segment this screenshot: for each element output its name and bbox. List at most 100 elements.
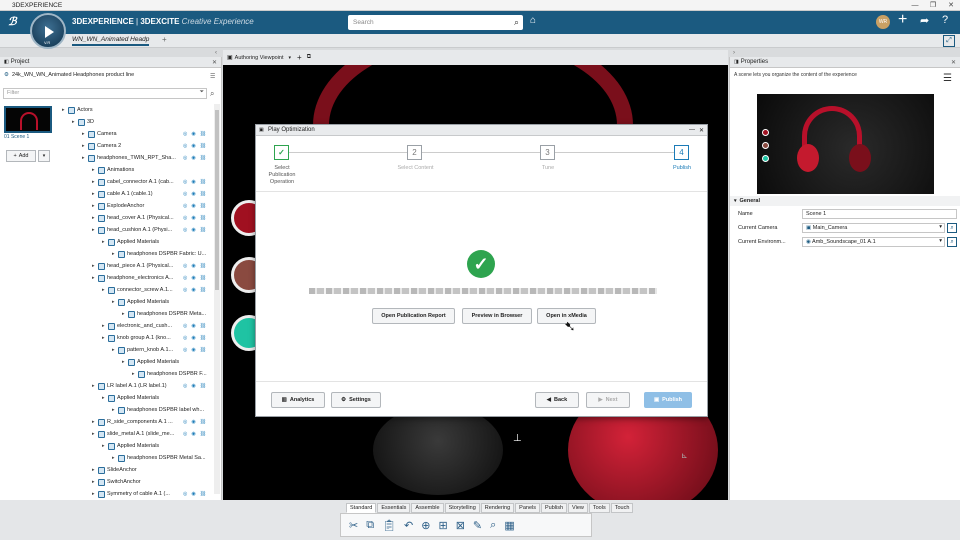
minimize-button[interactable]: — (906, 0, 924, 11)
tree-row[interactable]: ▸ LR label A.1 (LR label.1) (92, 380, 167, 392)
visibility-dot-icon[interactable]: ◎ (183, 419, 187, 425)
visibility-dot-icon[interactable]: ◎ (183, 263, 187, 269)
tree-row[interactable]: ▸ cable A.1 (cable.1) (92, 188, 153, 200)
render-view-icon[interactable]: ▦ (504, 519, 514, 532)
filter-input[interactable]: Filter ⏷ (3, 88, 207, 99)
fullscreen-icon[interactable]: ⤢ (943, 35, 955, 47)
back-button[interactable]: ◀ Back (535, 392, 579, 408)
eye-icon[interactable]: ◉ (191, 287, 195, 293)
prop-camera-field[interactable]: ▣ Main_Camera ▾ (802, 223, 945, 233)
visibility-dot-icon[interactable]: ◎ (183, 227, 187, 233)
visibility-dot-icon[interactable]: ◎ (183, 347, 187, 353)
open-publication-report-button[interactable]: Open Publication Report (372, 308, 455, 324)
plus-icon[interactable]: + (898, 11, 907, 29)
link-icon[interactable]: ⛓ (200, 275, 206, 281)
tree-row[interactable]: ▸ Symmetry of cable A.1 (... (92, 488, 170, 500)
visibility-dot-icon[interactable]: ◎ (183, 275, 187, 281)
paste-icon[interactable]: 📋︎ (382, 519, 396, 532)
visibility-dot-icon[interactable]: ◎ (183, 143, 187, 149)
pick-camera-icon[interactable]: ⌕ (947, 223, 957, 233)
tab-assemble[interactable]: Assemble (411, 503, 444, 513)
tree-row[interactable]: ▸ Applied Materials (102, 440, 159, 452)
tree-row[interactable]: ▸ ExplodeAnchor (92, 200, 144, 212)
visibility-dot-icon[interactable]: ◎ (183, 383, 187, 389)
settings-icon[interactable]: ☰ (210, 73, 215, 80)
eye-icon[interactable]: ◉ (191, 263, 195, 269)
eye-icon[interactable]: ◉ (191, 323, 195, 329)
settings-button[interactable]: ⚙ Settings (331, 392, 381, 408)
tree-row[interactable]: ▸ headphones DSPBR Meta... (122, 308, 206, 320)
link-icon[interactable]: ⛓ (200, 287, 206, 293)
eye-icon[interactable]: ◉ (191, 203, 195, 209)
publish-button[interactable]: ▣ Publish (644, 392, 692, 408)
share-icon[interactable]: ➦ (920, 14, 929, 27)
eye-icon[interactable]: ◉ (191, 131, 195, 137)
link-icon[interactable]: ⛓ (200, 383, 206, 389)
tree-row[interactable]: ▸ head_piece A.1 (Physical... (92, 260, 173, 272)
copy-icon[interactable]: ⧉ (366, 519, 374, 532)
dialog-close-button[interactable]: ✕ (699, 127, 704, 134)
next-button[interactable]: ▶ Next (586, 392, 630, 408)
tree-row[interactable]: ▸ Actors (62, 104, 93, 116)
tab-tools[interactable]: Tools (588, 503, 610, 513)
link-icon[interactable]: ⛓ (200, 191, 206, 197)
tree-row[interactable]: ▸ headphone_electronics A... (92, 272, 173, 284)
maximize-button[interactable]: ❐ (924, 0, 942, 11)
tree-row[interactable]: ▸ Camera 2 (82, 140, 121, 152)
product-row[interactable]: ⚙ 24k_WN_WN_Animated Headphones product … (4, 72, 134, 78)
tree-row[interactable]: ▸ pattern_knob A.1... (112, 344, 173, 356)
viewpoint-select[interactable]: Authoring Viewpoint (235, 55, 284, 61)
search-input[interactable]: Search ⌕ (348, 15, 523, 30)
eye-icon[interactable]: ◉ (191, 155, 195, 161)
tree-row[interactable]: ▸ Animations (92, 164, 134, 176)
close-button[interactable]: ✕ (942, 0, 960, 11)
eye-icon[interactable]: ◉ (191, 227, 195, 233)
preview-in-browser-button[interactable]: Preview in Browser (462, 308, 532, 324)
collapse-right-icon[interactable]: › (733, 50, 735, 56)
link-icon[interactable]: ⛓ (200, 419, 206, 425)
link-icon[interactable]: ⛓ (200, 431, 206, 437)
visibility-dot-icon[interactable]: ◎ (183, 215, 187, 221)
eye-icon[interactable]: ◉ (191, 383, 195, 389)
tree-row[interactable]: ▸ cabel_connector A.1 (cab... (92, 176, 174, 188)
tree-row[interactable]: ▸ connector_screw A.1... (102, 284, 173, 296)
add-view-icon[interactable]: + (297, 53, 302, 62)
tree-row[interactable]: ▸ headphones DSPBR Metal Sa... (112, 452, 206, 464)
pick-environment-icon[interactable]: ⌕ (947, 237, 957, 247)
link-icon[interactable]: ⛓ (200, 203, 206, 209)
user-avatar[interactable]: WR (876, 15, 890, 29)
tree-row[interactable]: ▸ headphones DSPBR label wh... (112, 404, 204, 416)
tab-publish[interactable]: Publish (541, 503, 568, 513)
tree-row[interactable]: ▸ head_cover A.1 (Physical... (92, 212, 174, 224)
link-icon[interactable]: ⛓ (200, 143, 206, 149)
tree-row[interactable]: ▸ 3D (72, 116, 94, 128)
visibility-dot-icon[interactable]: ◎ (183, 131, 187, 137)
tree-row[interactable]: ▸ Applied Materials (112, 296, 169, 308)
link-icon[interactable]: ⛓ (200, 491, 206, 497)
visibility-dot-icon[interactable]: ◎ (183, 191, 187, 197)
visibility-dot-icon[interactable]: ◎ (183, 491, 187, 497)
tree-row[interactable]: ▸ SlideAnchor (92, 464, 137, 476)
visibility-dot-icon[interactable]: ◎ (183, 323, 187, 329)
tree-row[interactable]: ▸ headphones DSPBR F... (132, 368, 207, 380)
close-icon[interactable]: ✕ (212, 59, 217, 66)
tab-panels[interactable]: Panels (515, 503, 540, 513)
viewpoint-dropdown-icon[interactable]: ▾ (289, 55, 292, 61)
tab-rendering[interactable]: Rendering (480, 503, 515, 513)
tree-row[interactable]: ▸ Camera (82, 128, 117, 140)
link-icon[interactable]: ⛓ (200, 215, 206, 221)
analytics-button[interactable]: ▥ Analytics (271, 392, 325, 408)
link-icon[interactable]: ⛓ (200, 179, 206, 185)
tree-row[interactable]: ▸ knob group A.1 (kno... (102, 332, 171, 344)
eye-icon[interactable]: ◉ (191, 491, 195, 497)
tree-row[interactable]: ▸ SwitchAnchor (92, 476, 141, 488)
eye-icon[interactable]: ◉ (191, 419, 195, 425)
tree-row[interactable]: ▸ R_side_components A.1 ... (92, 416, 173, 428)
tree-scrollbar[interactable] (214, 104, 220, 494)
search-icon[interactable]: ⌕ (210, 89, 214, 99)
tree-row[interactable]: ▸ headphones_TWIN_RPT_Sha... (82, 152, 176, 164)
tab-touch[interactable]: Touch (610, 503, 634, 513)
tab-standard[interactable]: Standard (346, 503, 377, 513)
tree-row[interactable]: ▸ Applied Materials (102, 236, 159, 248)
visibility-dot-icon[interactable]: ◎ (183, 179, 187, 185)
